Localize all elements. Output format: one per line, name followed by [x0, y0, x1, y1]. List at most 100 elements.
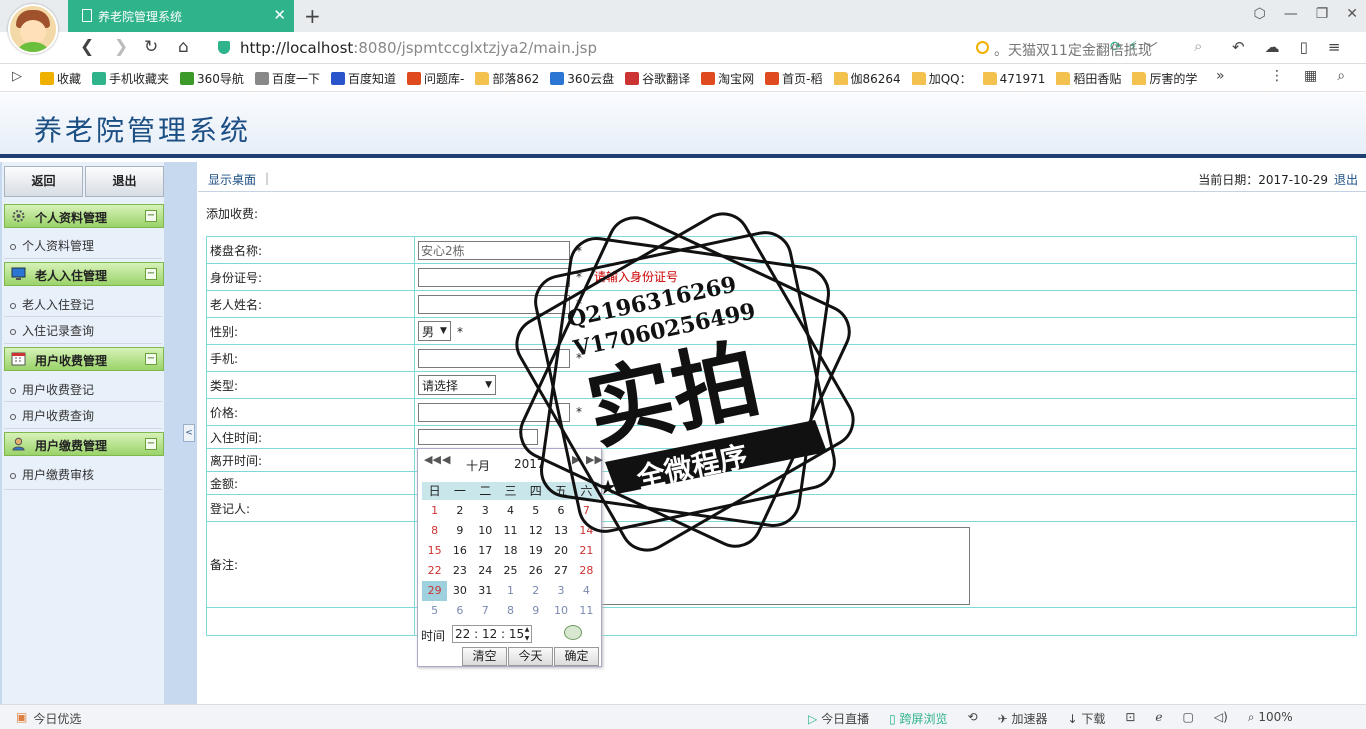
exit-button[interactable]: 退出: [85, 166, 164, 197]
menu-item-charge-query[interactable]: 用户收费查询: [10, 407, 94, 424]
dp-day[interactable]: 11: [574, 601, 599, 621]
reader-icon[interactable]: ⊡: [1125, 710, 1135, 727]
dp-day[interactable]: 28: [574, 561, 599, 581]
collapse-toggle-icon[interactable]: −: [145, 353, 157, 365]
dp-day[interactable]: 18: [498, 541, 523, 561]
bookmark-item[interactable]: 问题库-: [406, 70, 464, 87]
show-desktop-link[interactable]: 显示桌面: [208, 171, 256, 188]
menu-group-payments[interactable]: 用户缴费管理 −: [4, 432, 164, 456]
search-box[interactable]: 。天猫双11定金翻倍抵现 ⌕: [972, 35, 1216, 61]
status-left[interactable]: ▣ 今日优选: [16, 710, 81, 727]
bookmark-item[interactable]: 伽86264: [833, 70, 901, 87]
address-bar[interactable]: http://localhost:8080/jspmtccglxtzjya2/m…: [210, 35, 1158, 61]
dp-day[interactable]: 10: [548, 601, 573, 621]
dp-day[interactable]: 1: [422, 501, 447, 521]
new-tab-button[interactable]: +: [304, 4, 321, 28]
checkin-date-input[interactable]: [418, 429, 538, 445]
dp-day[interactable]: 6: [447, 601, 472, 621]
time-spinner[interactable]: ▲ ▼: [522, 625, 532, 643]
bookmark-item[interactable]: 部落862: [475, 70, 539, 87]
sidebar-toggle-icon[interactable]: ▷: [12, 69, 22, 84]
menu-icon[interactable]: ≡: [1328, 38, 1341, 56]
dp-day[interactable]: 19: [523, 541, 548, 561]
bookmark-item[interactable]: 360导航: [180, 70, 244, 87]
menu-group-charges[interactable]: 用户收费管理 −: [4, 347, 164, 371]
zoom-search-icon[interactable]: ⌕: [1337, 68, 1345, 84]
phone-icon[interactable]: ▯: [1300, 38, 1308, 56]
price-input[interactable]: [418, 402, 570, 422]
dp-day[interactable]: 9: [447, 521, 472, 541]
menu-group-profile[interactable]: 个人资料管理 −: [4, 204, 164, 228]
ie-icon[interactable]: ℯ: [1155, 710, 1162, 727]
home-icon[interactable]: ⌂: [178, 37, 189, 57]
bookmark-item[interactable]: 淘宝网: [701, 70, 754, 87]
collapse-toggle-icon[interactable]: −: [145, 210, 157, 222]
dp-day[interactable]: 4: [498, 501, 523, 521]
dp-day[interactable]: 5: [422, 601, 447, 621]
remark-textarea[interactable]: [600, 526, 970, 605]
forward-arrow-icon[interactable]: ❯: [114, 37, 128, 57]
elder-name-input[interactable]: [418, 294, 570, 314]
search-placeholder[interactable]: 。天猫双11定金翻倍抵现: [994, 40, 1152, 60]
bookmark-item[interactable]: 收藏: [40, 70, 81, 87]
close-window-button[interactable]: ✕: [1346, 6, 1358, 22]
type-select[interactable]: 请选择 ▼: [418, 375, 496, 395]
bookmark-item[interactable]: 手机收藏夹: [92, 70, 169, 87]
bookmark-item[interactable]: 首页-稻: [765, 70, 823, 87]
clear-button[interactable]: 清空: [462, 647, 507, 666]
window-icon[interactable]: ▢: [1183, 710, 1194, 727]
menu-item-profile[interactable]: 个人资料管理: [10, 237, 94, 254]
more-vertical-icon[interactable]: ⋮: [1270, 68, 1284, 84]
dp-day[interactable]: 10: [473, 521, 498, 541]
dp-day[interactable]: 14: [574, 521, 599, 541]
dp-day[interactable]: 23: [447, 561, 472, 581]
zoom-level[interactable]: ⌕ 100%: [1248, 710, 1293, 727]
menu-item-checkin-query[interactable]: 入住记录查询: [10, 322, 94, 339]
dp-day[interactable]: 25: [498, 561, 523, 581]
collapse-toggle-icon[interactable]: −: [145, 268, 157, 280]
dp-day[interactable]: 11: [498, 521, 523, 541]
search-icon[interactable]: ⌕: [1194, 37, 1202, 55]
bookmark-item[interactable]: 360云盘: [550, 70, 614, 87]
dp-day[interactable]: 5: [523, 501, 548, 521]
prev-month-icon[interactable]: ◀: [442, 453, 450, 466]
dp-day[interactable]: 2: [447, 501, 472, 521]
ok-button[interactable]: 确定: [554, 647, 599, 666]
phone-input[interactable]: [418, 348, 570, 368]
dp-day[interactable]: 13: [548, 521, 573, 541]
bookmark-item[interactable]: 471971: [982, 70, 1045, 87]
time-input[interactable]: 22 : 12 : 15: [452, 625, 532, 643]
menu-item-checkin-register[interactable]: 老人入住登记: [10, 296, 94, 313]
back-button[interactable]: 返回: [4, 166, 83, 197]
dp-day[interactable]: 8: [498, 601, 523, 621]
download-button[interactable]: ↓ 下载: [1067, 710, 1105, 727]
undo-icon[interactable]: ↶: [1232, 38, 1245, 56]
sidebar-collapse-handle[interactable]: <: [183, 424, 195, 442]
bookmark-item[interactable]: 稻田香贴: [1056, 70, 1121, 87]
apps-icon[interactable]: ▦: [1304, 68, 1317, 84]
dp-day[interactable]: 31: [473, 581, 498, 601]
dp-day[interactable]: 22: [422, 561, 447, 581]
url-text[interactable]: http://localhost:8080/jspmtccglxtzjya2/m…: [240, 39, 597, 57]
bookmark-item[interactable]: 加QQ：: [911, 70, 972, 87]
logout-link[interactable]: 退出: [1334, 171, 1358, 188]
back-arrow-icon[interactable]: ❮: [80, 37, 94, 57]
dp-year[interactable]: 2017: [514, 457, 545, 471]
minimize-button[interactable]: —: [1284, 6, 1298, 22]
bookmark-item[interactable]: 谷歌翻译: [625, 70, 690, 87]
bookmark-item[interactable]: 百度知道: [330, 70, 396, 87]
dp-day[interactable]: 6: [548, 501, 573, 521]
user-avatar[interactable]: [8, 4, 58, 54]
bookmarks-more-button[interactable]: »: [1216, 68, 1225, 84]
tab-active[interactable]: 养老院管理系统 ✕: [68, 0, 294, 32]
dp-day[interactable]: 27: [548, 561, 573, 581]
dp-day[interactable]: 7: [473, 601, 498, 621]
accelerator-button[interactable]: ✈ 加速器: [998, 710, 1048, 727]
dp-day[interactable]: 17: [473, 541, 498, 561]
next-month-icon[interactable]: ▶: [572, 453, 580, 466]
dp-day[interactable]: 3: [473, 501, 498, 521]
cloud-icon[interactable]: ☁: [1265, 38, 1280, 56]
live-button[interactable]: ▷ 今日直播: [808, 710, 869, 727]
dp-month[interactable]: 十月: [466, 457, 490, 474]
dp-day[interactable]: 21: [574, 541, 599, 561]
